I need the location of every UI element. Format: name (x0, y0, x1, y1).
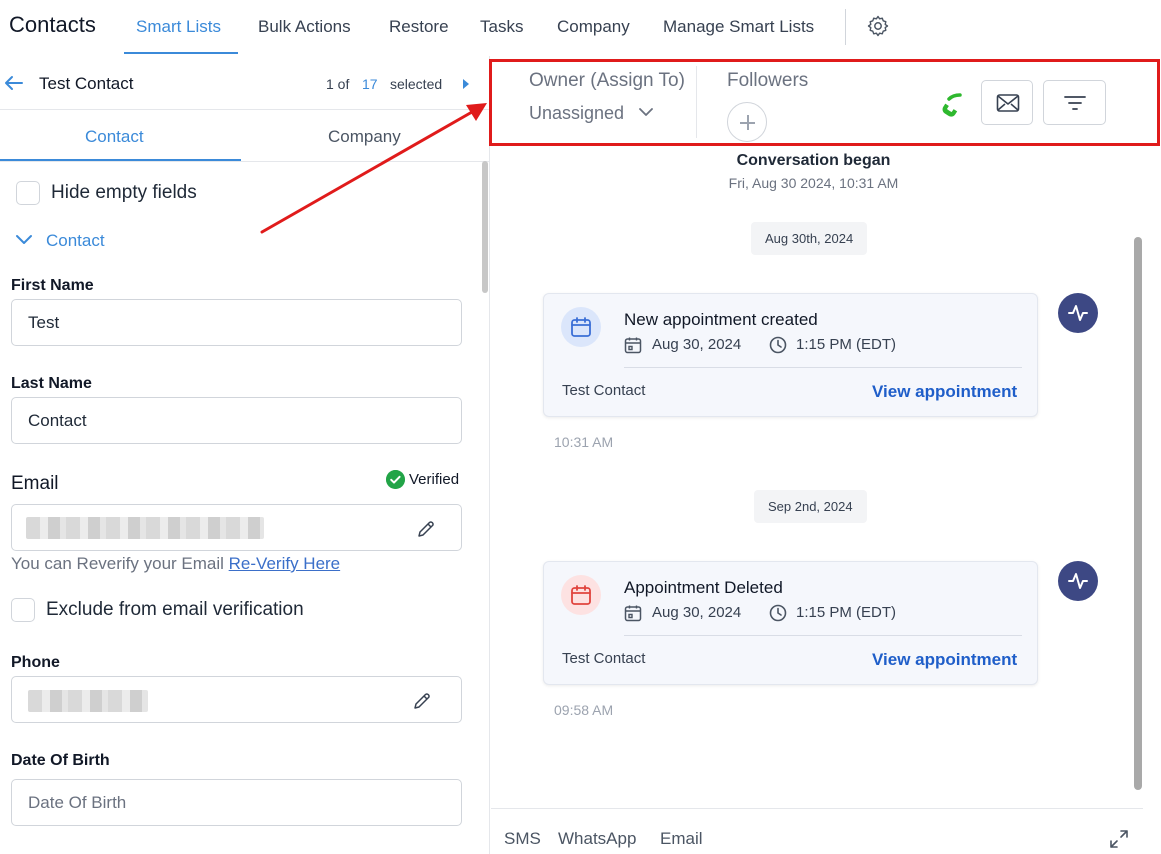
add-follower-button[interactable] (727, 102, 767, 142)
chevron-down-icon[interactable] (15, 233, 33, 247)
exclude-verification-checkbox[interactable] (11, 598, 35, 622)
event-contact: Test Contact (562, 382, 646, 399)
activity-icon (1058, 293, 1098, 333)
compose-tab-email[interactable]: Email (660, 829, 703, 849)
card-divider (624, 635, 1022, 636)
contact-section-title[interactable]: Contact (46, 231, 105, 251)
record-navigation: Test Contact 1 of 17 selected (0, 56, 489, 110)
email-button[interactable] (981, 80, 1033, 125)
compose-tab-whatsapp[interactable]: WhatsApp (558, 829, 636, 849)
calendar-icon (561, 575, 601, 615)
reverify-hint: You can Reverify your Email Re-Verify He… (11, 554, 340, 574)
last-name-label: Last Name (11, 375, 92, 392)
filter-button[interactable] (1043, 80, 1106, 125)
dob-label: Date Of Birth (11, 752, 110, 769)
active-tab-indicator (124, 52, 238, 54)
event-time: 1:15 PM (EDT) (796, 336, 897, 353)
first-name-label: First Name (11, 277, 94, 294)
edit-pencil-icon[interactable] (416, 519, 436, 539)
first-name-value: Test (28, 313, 60, 332)
conversation-scrollbar[interactable] (1134, 237, 1142, 790)
tab-contact[interactable]: Contact (85, 127, 144, 147)
expand-icon[interactable] (1108, 828, 1130, 850)
compose-tab-sms[interactable]: SMS (504, 829, 541, 849)
detail-tabs: Contact Company (0, 110, 489, 162)
conversation-panel: Owner (Assign To) Unassigned Followers C… (491, 56, 1161, 854)
calendar-icon (561, 307, 601, 347)
nav-manage-smart-lists[interactable]: Manage Smart Lists (663, 17, 814, 37)
dob-placeholder: Date Of Birth (28, 793, 127, 812)
first-name-field[interactable]: Test (11, 299, 462, 346)
record-name: Test Contact (39, 74, 134, 93)
app-title: Contacts (9, 12, 96, 37)
verified-text: Verified (409, 471, 460, 488)
phone-label: Phone (11, 654, 60, 671)
calendar-icon (624, 337, 642, 354)
nav-smart-lists[interactable]: Smart Lists (136, 17, 221, 37)
event-contact: Test Contact (562, 650, 646, 667)
event-timestamp: 09:58 AM (554, 702, 614, 718)
last-name-field[interactable]: Contact (11, 397, 462, 444)
date-chip: Sep 2nd, 2024 (754, 490, 867, 523)
exclude-verification-label: Exclude from email verification (46, 599, 304, 620)
nav-restore[interactable]: Restore (389, 17, 449, 37)
appointment-created-card: New appointment created Aug 30, 2024 1:1… (543, 293, 1038, 417)
chevron-down-icon[interactable] (639, 107, 653, 117)
top-nav: Contacts Smart Lists Bulk Actions Restor… (0, 0, 1161, 56)
email-label: Email (11, 473, 59, 494)
record-total[interactable]: 17 (362, 76, 378, 92)
compose-divider (491, 808, 1143, 809)
reverify-link[interactable]: Re-Verify Here (229, 554, 340, 573)
owner-divider (696, 66, 697, 138)
owner-bar: Owner (Assign To) Unassigned Followers (491, 56, 1161, 146)
event-date: Aug 30, 2024 (652, 336, 742, 353)
reverify-text: You can Reverify your Email (11, 554, 224, 573)
edit-pencil-icon[interactable] (412, 691, 432, 711)
followers-label: Followers (727, 70, 809, 91)
email-field[interactable] (11, 504, 462, 551)
left-scrollbar[interactable] (482, 161, 488, 293)
appointment-deleted-card: Appointment Deleted Aug 30, 2024 1:15 PM… (543, 561, 1038, 685)
tab-company[interactable]: Company (328, 127, 401, 147)
view-appointment-link[interactable]: View appointment (872, 650, 1017, 670)
event-title: New appointment created (624, 310, 818, 329)
next-record-icon[interactable] (463, 79, 469, 89)
activity-icon (1058, 561, 1098, 601)
phone-icon[interactable] (937, 90, 965, 118)
event-timestamp: 10:31 AM (554, 434, 614, 450)
check-circle-icon (386, 470, 405, 489)
envelope-icon (996, 94, 1020, 112)
date-chip: Aug 30th, 2024 (751, 222, 868, 255)
owner-label: Owner (Assign To) (529, 70, 685, 91)
conversation-date: Fri, Aug 30 2024, 10:31 AM (728, 175, 899, 191)
nav-tasks[interactable]: Tasks (480, 17, 523, 37)
hide-empty-label: Hide empty fields (51, 182, 197, 203)
phone-redacted (28, 690, 148, 712)
event-time: 1:15 PM (EDT) (796, 604, 897, 621)
filter-icon (1064, 96, 1086, 110)
last-name-value: Contact (28, 411, 87, 430)
conversation-began: Conversation began (736, 152, 891, 169)
nav-divider (845, 9, 846, 45)
calendar-icon (624, 605, 642, 622)
hide-empty-checkbox[interactable] (16, 181, 40, 205)
event-title: Appointment Deleted (624, 578, 783, 597)
record-selected-label: selected (390, 76, 443, 92)
email-redacted (26, 517, 264, 539)
phone-field[interactable] (11, 676, 462, 723)
clock-icon (769, 604, 787, 622)
event-date: Aug 30, 2024 (652, 604, 742, 621)
owner-select[interactable]: Unassigned (529, 103, 624, 124)
nav-bulk-actions[interactable]: Bulk Actions (258, 17, 351, 37)
back-arrow-icon[interactable] (2, 72, 24, 94)
nav-company[interactable]: Company (557, 17, 630, 37)
gear-icon[interactable] (866, 14, 890, 38)
record-position: 1 of (326, 76, 350, 92)
dob-field[interactable]: Date Of Birth (11, 779, 462, 826)
contact-details-panel: Test Contact 1 of 17 selected Contact Co… (0, 56, 490, 854)
view-appointment-link[interactable]: View appointment (872, 382, 1017, 402)
tab-contact-indicator (0, 159, 241, 161)
clock-icon (769, 336, 787, 354)
card-divider (624, 367, 1022, 368)
